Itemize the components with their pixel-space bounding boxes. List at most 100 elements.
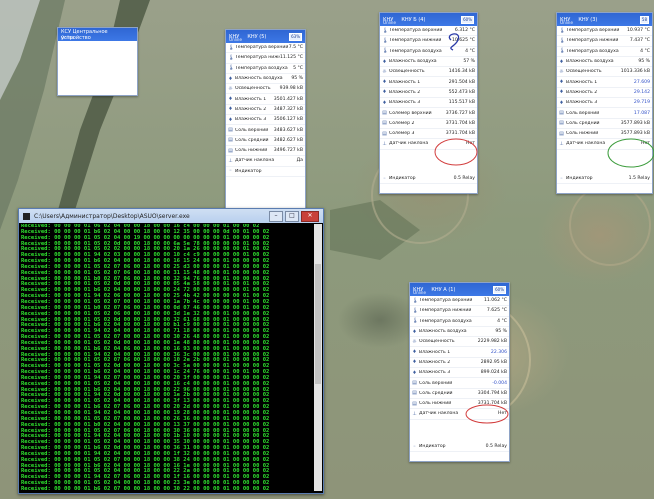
sensor-row: 🌡 Температура воздуха 4 °C bbox=[380, 47, 477, 57]
sensor-label: Влажность 3 bbox=[566, 100, 598, 106]
console-titlebar[interactable]: C:\Users\Администратор\Desktop\ASUO\serv… bbox=[19, 209, 323, 223]
sensor-label: Влажность 1 bbox=[235, 96, 267, 102]
sensor-value: 95 % bbox=[495, 329, 507, 335]
sensor-row: 🌡 Температура верхний 6.312 °C bbox=[380, 26, 477, 37]
sensor-row: ♦ Влажность 2 3487.327 kB bbox=[226, 105, 305, 116]
knu-3-footer-value: 1.5 Relay bbox=[628, 176, 650, 182]
sensor-value: 7.5 °C bbox=[288, 45, 303, 51]
sensor-value: 899.024 kB bbox=[480, 370, 507, 376]
sensor-row: ▤ Солемер верхний 3736.727 kB bbox=[380, 108, 477, 119]
sensor-value: 1416.34 kB bbox=[448, 69, 475, 75]
sensor-row: 🌡 Температура верхний 7.5 °C bbox=[226, 43, 305, 54]
sensor-value: 3487.327 kB bbox=[273, 106, 303, 112]
console-scrollbar[interactable] bbox=[314, 224, 322, 491]
sensor-label: Освещенность bbox=[566, 69, 602, 75]
sensor-value: Нет bbox=[641, 141, 650, 147]
sensor-label: Соль нижний bbox=[235, 148, 268, 154]
sensor-label: Температура верхний bbox=[389, 28, 443, 34]
sensor-label: Соль верхний bbox=[235, 127, 269, 133]
knu-3-footer: ◦ Индикатор 1.5 Relay bbox=[557, 174, 652, 185]
knu-4-footer: ◦ Индикатор 0.5 Relay bbox=[380, 174, 477, 185]
knu-5-titlebar[interactable]: КНУ КНУ (5) 63% Online bbox=[226, 30, 305, 43]
sensor-value: 7.437 °C bbox=[629, 38, 650, 44]
console-title: C:\Users\Администратор\Desktop\ASUO\serv… bbox=[34, 212, 190, 220]
knu-5-footer: ◦ Индикатор bbox=[226, 167, 305, 177]
sensor-value: 11.125 °C bbox=[279, 55, 303, 61]
close-button[interactable]: ✕ bbox=[301, 210, 319, 222]
kcu-titlebar[interactable]: КСУ Центральное устройство Online bbox=[58, 28, 137, 41]
kcu-window[interactable]: КСУ Центральное устройство Online bbox=[57, 27, 138, 96]
sensor-label: Температура нижний bbox=[389, 38, 442, 44]
sensor-row: ♦ Влажность воздуха 57 % bbox=[380, 57, 477, 68]
sensor-value: 27.609 bbox=[633, 79, 650, 85]
sensor-value: 3501.427 kB bbox=[273, 96, 303, 102]
knu-1-window[interactable]: КНУ КНУ А (1) 60% Online 🌡 Температура ве… bbox=[409, 282, 510, 462]
sensor-row: ▤ Солемер 2 3731.704 kB bbox=[380, 119, 477, 129]
sensor-row: ♦ Влажность 2 552.473 kB bbox=[380, 88, 477, 99]
sensor-row: ☼ Освещенность 1416.34 kB bbox=[380, 67, 477, 78]
sensor-label: Влажность 2 bbox=[419, 359, 451, 365]
sensor-value: 2229.982 kB bbox=[477, 339, 507, 345]
sensor-value: 4 °C bbox=[640, 48, 650, 54]
sensor-value: 3304.794 kB bbox=[477, 390, 507, 396]
knu-1-footer: ◦ Индикатор 0.5 Relay bbox=[410, 442, 509, 453]
knu-1-titlebar[interactable]: КНУ КНУ А (1) 60% Online bbox=[410, 283, 509, 296]
sensor-label: Температура нижний bbox=[566, 38, 619, 44]
knu-4-signal: 60% bbox=[461, 15, 474, 24]
sensor-label: Соль средний bbox=[235, 137, 269, 143]
sensor-row: 🌡 Температура нижний 7.625 °C bbox=[410, 306, 509, 317]
knu-4-window[interactable]: КНУ КНУ Б (4) 60% Online 🌡 Температура ве… bbox=[379, 12, 478, 194]
sensor-label: Солемер верхний bbox=[389, 110, 432, 116]
sensor-value: 7.625 °C bbox=[486, 308, 507, 314]
console-app-icon bbox=[23, 212, 30, 220]
sensor-label: Соль нижний bbox=[566, 131, 599, 137]
knu-5-status: Online bbox=[229, 37, 242, 42]
sensor-row: ▤ Соль нижний 3577.893 kB bbox=[557, 129, 652, 140]
sensor-row: ▤ Соль нижний 3496.727 kB bbox=[226, 146, 305, 157]
sensor-row: ♦ Влажность воздуха 95 % bbox=[410, 327, 509, 338]
knu-5-signal: 63% bbox=[289, 32, 302, 41]
sensor-row: ♦ Влажность 3 3506.127 kB bbox=[226, 115, 305, 126]
sensor-row: 🌡 Температура верхний 10.937 °C bbox=[557, 26, 652, 37]
minimize-button[interactable]: – bbox=[269, 210, 283, 222]
sensor-value: 29.719 bbox=[633, 100, 650, 106]
sensor-row: ♦ Влажность 3 115.517 kB bbox=[380, 98, 477, 109]
sensor-value: 3731.704 kB bbox=[445, 131, 475, 137]
sensor-label: Освещенность bbox=[235, 86, 271, 92]
kcu-body bbox=[58, 41, 137, 93]
sensor-value: 17.087 bbox=[633, 110, 650, 116]
sensor-label: Влажность 2 bbox=[235, 106, 267, 112]
knu-1-name: КНУ А (1) bbox=[431, 286, 456, 293]
maximize-button[interactable]: □ bbox=[285, 210, 299, 222]
sensor-value: 3731.704 kB bbox=[477, 401, 507, 407]
sensor-value: 6.312 °C bbox=[454, 28, 475, 34]
sensor-value: 939.98 kB bbox=[279, 86, 303, 92]
knu-4-titlebar[interactable]: КНУ КНУ Б (4) 60% Online bbox=[380, 13, 477, 26]
sensor-value: 10.937 °C bbox=[626, 28, 650, 34]
knu-3-footer-label: Индикатор bbox=[566, 176, 593, 182]
server-console-window[interactable]: C:\Users\Администратор\Desktop\ASUO\serv… bbox=[18, 208, 324, 494]
sensor-label: Влажность 1 bbox=[389, 79, 421, 85]
sensor-label: Влажность воздуха bbox=[419, 329, 467, 335]
sensor-value: Да bbox=[296, 158, 303, 164]
sensor-row: ♦ Влажность 1 291.504 kB bbox=[380, 77, 477, 88]
knu-3-window[interactable]: КНУ КНУ (3) 58 Online 🌡 Температура верхн… bbox=[556, 12, 653, 194]
sensor-value: 3496.727 kB bbox=[273, 148, 303, 154]
sensor-row: ♦ Влажность 3 899.024 kB bbox=[410, 368, 509, 379]
sensor-label: Солемер 2 bbox=[389, 120, 415, 126]
sensor-label: Соль верхний bbox=[419, 380, 453, 386]
sensor-label: Соль средний bbox=[419, 390, 453, 396]
sensor-row: 🌡Температура нижний11.125 °C bbox=[226, 53, 305, 64]
sensor-label: Освещенность bbox=[389, 69, 425, 75]
sensor-label: Влажность 2 bbox=[389, 89, 421, 95]
console-scroll-thumb[interactable] bbox=[315, 264, 321, 384]
sensor-label: Датчик наклона bbox=[419, 411, 459, 417]
knu-5-window[interactable]: КНУ КНУ (5) 63% Online 🌡 Температура верх… bbox=[225, 29, 306, 231]
knu-3-titlebar[interactable]: КНУ КНУ (3) 58 Online bbox=[557, 13, 652, 26]
knu-4-footer-label: Индикатор bbox=[389, 176, 416, 182]
sensor-row: ☼ Освещенность 1013.336 kB bbox=[557, 67, 652, 78]
knu-3-name: КНУ (3) bbox=[578, 16, 598, 23]
sensor-value: 291.504 kB bbox=[448, 79, 475, 85]
sensor-row: ♦ Влажность 3 29.719 bbox=[557, 98, 652, 109]
sensor-value: 4 °C bbox=[497, 318, 507, 324]
